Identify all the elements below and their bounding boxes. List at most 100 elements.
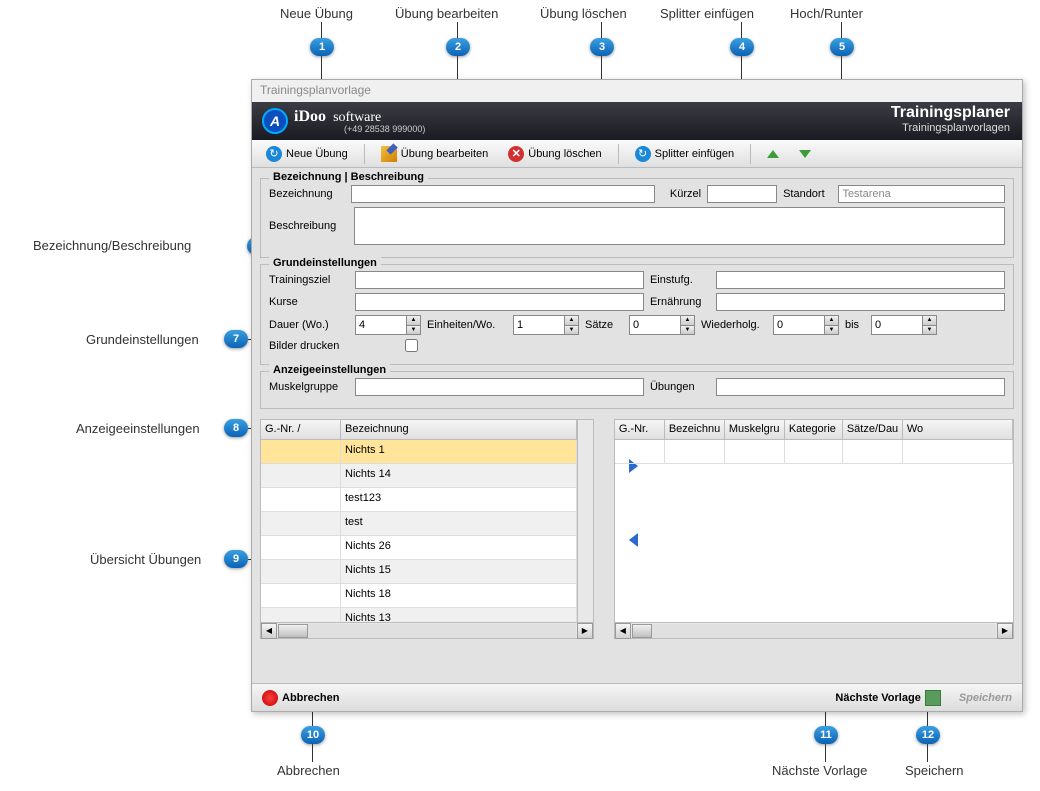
scroll-right-icon[interactable]: ▶ [577,623,593,639]
table-row[interactable]: Nichts 1 [261,440,577,464]
callout-label-1: Neue Übung [280,6,353,21]
spin-down[interactable]: ▼ [406,326,420,335]
standort-input[interactable] [838,185,1005,203]
col-bezeichnung[interactable]: Bezeichnung [341,420,577,439]
next-template-button[interactable]: Nächste Vorlage [835,690,940,706]
col[interactable]: Kategorie [785,420,843,439]
uebungen-input[interactable] [716,378,1005,396]
edit-icon [381,146,397,162]
bezeichnung-input[interactable] [351,185,655,203]
beschreibung-textarea[interactable] [354,207,1005,245]
col[interactable]: G.-Nr. [615,420,665,439]
scroll-left-icon[interactable]: ◀ [615,623,631,639]
callout-bubble-9: 9 [224,550,248,568]
spin-down[interactable]: ▼ [824,326,838,335]
table-row[interactable]: Nichts 14 [261,464,577,488]
table-row[interactable]: test123 [261,488,577,512]
table-row[interactable]: Nichts 13 [261,608,577,622]
saetze-value[interactable] [630,316,680,334]
scroll-left-icon[interactable]: ◀ [261,623,277,639]
right-table-body[interactable] [615,440,1013,622]
callout-label-8: Anzeigeeinstellungen [76,421,200,436]
spin-up[interactable]: ▲ [922,316,936,326]
group-title: Bezeichnung | Beschreibung [269,171,428,183]
kurse-input[interactable] [355,293,644,311]
brand-phone: (+49 28538 999000) [344,124,425,134]
line [457,22,458,38]
bilder-checkbox[interactable] [405,339,418,352]
vscrollbar[interactable] [577,420,593,622]
table-row[interactable]: Nichts 15 [261,560,577,584]
insert-splitter-button[interactable]: ↻ Splitter einfügen [627,144,743,164]
footer: Abbrechen Nächste Vorlage Speichern [252,683,1022,711]
ernaehrung-label: Ernährung [650,296,710,308]
callout-label-12: Speichern [905,763,964,778]
table-row[interactable] [615,440,1013,464]
dauer-value[interactable] [356,316,406,334]
line [741,22,742,38]
next-icon [925,690,941,706]
col[interactable]: Wo [903,420,1013,439]
dauer-label: Dauer (Wo.) [269,319,349,331]
right-table: G.-Nr. Bezeichnu Muskelgru Kategorie Sät… [614,419,1014,639]
muskelgruppe-input[interactable] [355,378,644,396]
table-row[interactable]: Nichts 26 [261,536,577,560]
callout-label-2: Übung bearbeiten [395,6,498,21]
move-down-button[interactable] [791,148,819,160]
col[interactable]: Sätze/Dau [843,420,903,439]
trainingsziel-label: Trainingsziel [269,274,349,286]
header-bar: A iDoo software (+49 28538 999000) Train… [252,102,1022,140]
callout-label-5: Hoch/Runter [790,6,863,21]
bis-label: bis [845,319,865,331]
trainingsziel-input[interactable] [355,271,644,289]
new-exercise-button[interactable]: ↻ Neue Übung [258,144,356,164]
move-up-button[interactable] [759,148,787,160]
line [601,22,602,38]
tables-area: G.-Nr. / Bezeichnung Nichts 1Nichts 14te… [252,419,1022,639]
table-row[interactable]: test [261,512,577,536]
muskelgruppe-label: Muskelgruppe [269,381,349,393]
cancel-button[interactable]: Abbrechen [262,690,339,706]
col-gnr[interactable]: G.-Nr. / [261,420,341,439]
line [927,744,928,762]
left-table-body[interactable]: Nichts 1Nichts 14test123testNichts 26Nic… [261,440,577,622]
left-table-header: G.-Nr. / Bezeichnung [261,420,577,440]
spin-down[interactable]: ▼ [680,326,694,335]
delete-exercise-button[interactable]: ✕ Übung löschen [500,144,609,164]
spin-up[interactable]: ▲ [680,316,694,326]
line [321,22,322,38]
saetze-spinner[interactable]: ▲▼ [629,315,695,335]
callout-bubble-5: 5 [830,38,854,56]
spin-up[interactable]: ▲ [406,316,420,326]
callout-bubble-7: 7 [224,330,248,348]
save-button[interactable]: Speichern [959,692,1012,704]
brand-name: iDoo [294,108,326,125]
uebungen-label: Übungen [650,381,710,393]
separator [364,144,365,164]
hscrollbar[interactable]: ◀ ▶ [261,622,593,638]
einheiten-value[interactable] [514,316,564,334]
ernaehrung-input[interactable] [716,293,1005,311]
spin-down[interactable]: ▼ [922,326,936,335]
scroll-right-icon[interactable]: ▶ [997,623,1013,639]
spin-up[interactable]: ▲ [824,316,838,326]
wdh-spinner[interactable]: ▲▼ [773,315,839,335]
wdh-value[interactable] [774,316,824,334]
col[interactable]: Bezeichnu [665,420,725,439]
group-title: Grundeinstellungen [269,257,381,269]
einstufg-input[interactable] [716,271,1005,289]
table-row[interactable]: Nichts 18 [261,584,577,608]
callout-bubble-10: 10 [301,726,325,744]
spin-down[interactable]: ▼ [564,326,578,335]
spin-up[interactable]: ▲ [564,316,578,326]
brand: iDoo software (+49 28538 999000) [294,108,425,134]
toolbar: ↻ Neue Übung Übung bearbeiten ✕ Übung lö… [252,140,1022,168]
einheiten-spinner[interactable]: ▲▼ [513,315,579,335]
dauer-spinner[interactable]: ▲▼ [355,315,421,335]
bis-spinner[interactable]: ▲▼ [871,315,937,335]
bis-value[interactable] [872,316,922,334]
col[interactable]: Muskelgru [725,420,785,439]
hscrollbar[interactable]: ◀ ▶ [615,622,1013,638]
edit-exercise-button[interactable]: Übung bearbeiten [373,144,496,164]
kuerzel-input[interactable] [707,185,777,203]
